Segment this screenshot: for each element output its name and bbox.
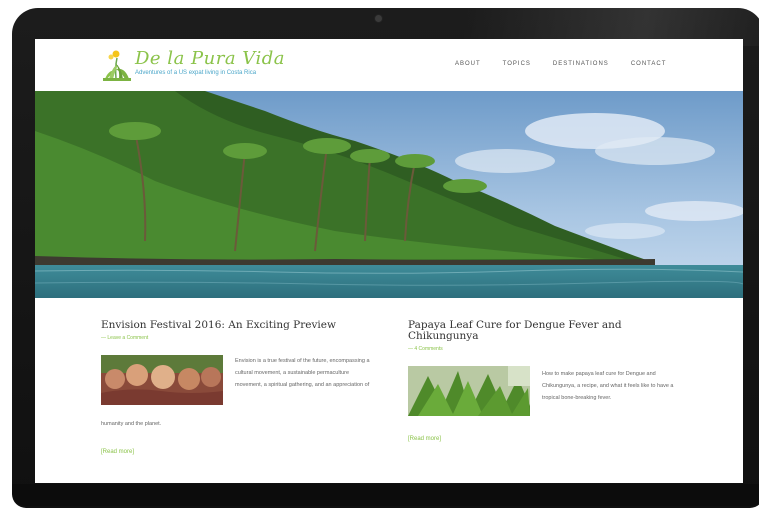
post-excerpt: How to make papaya leaf cure for Dengue …: [542, 371, 674, 401]
post-title[interactable]: Papaya Leaf Cure for Dengue Fever and Ch…: [408, 320, 686, 342]
browser-screen: De la Pura Vida Adventures of a US expat…: [35, 39, 743, 483]
post-card: Envision Festival 2016: An Exciting Prev…: [101, 320, 379, 455]
nav-destinations[interactable]: DESTINATIONS: [553, 61, 609, 67]
post-excerpt-tail: humanity and the planet.: [101, 421, 162, 427]
nav-topics[interactable]: TOPICS: [503, 61, 531, 67]
post-thumbnail[interactable]: [101, 355, 223, 405]
post-comments-link[interactable]: — Leave a Comment: [101, 335, 379, 341]
post-card: Papaya Leaf Cure for Dengue Fever and Ch…: [408, 320, 686, 442]
nav-contact[interactable]: CONTACT: [631, 61, 667, 67]
palm-plant-logo-icon[interactable]: [103, 49, 131, 81]
site-header: De la Pura Vida Adventures of a US expat…: [35, 39, 743, 91]
laptop-bottom-bezel: [12, 484, 759, 506]
read-more-link[interactable]: [Read more]: [408, 436, 441, 442]
post-comments-link[interactable]: — 4 Comments: [408, 346, 686, 352]
post-excerpt: Envision is a true festival of the futur…: [235, 358, 370, 388]
post-title[interactable]: Envision Festival 2016: An Exciting Prev…: [101, 320, 379, 331]
read-more-link[interactable]: [Read more]: [101, 449, 134, 455]
site-tagline: Adventures of a US expat living in Costa…: [135, 70, 257, 76]
main-nav: ABOUT TOPICS DESTINATIONS CONTACT: [455, 61, 666, 67]
camera-icon: [375, 15, 382, 22]
site-title[interactable]: De la Pura Vida: [135, 48, 285, 69]
post-thumbnail[interactable]: [408, 366, 530, 416]
nav-about[interactable]: ABOUT: [455, 61, 481, 67]
hero-image: [35, 91, 743, 298]
